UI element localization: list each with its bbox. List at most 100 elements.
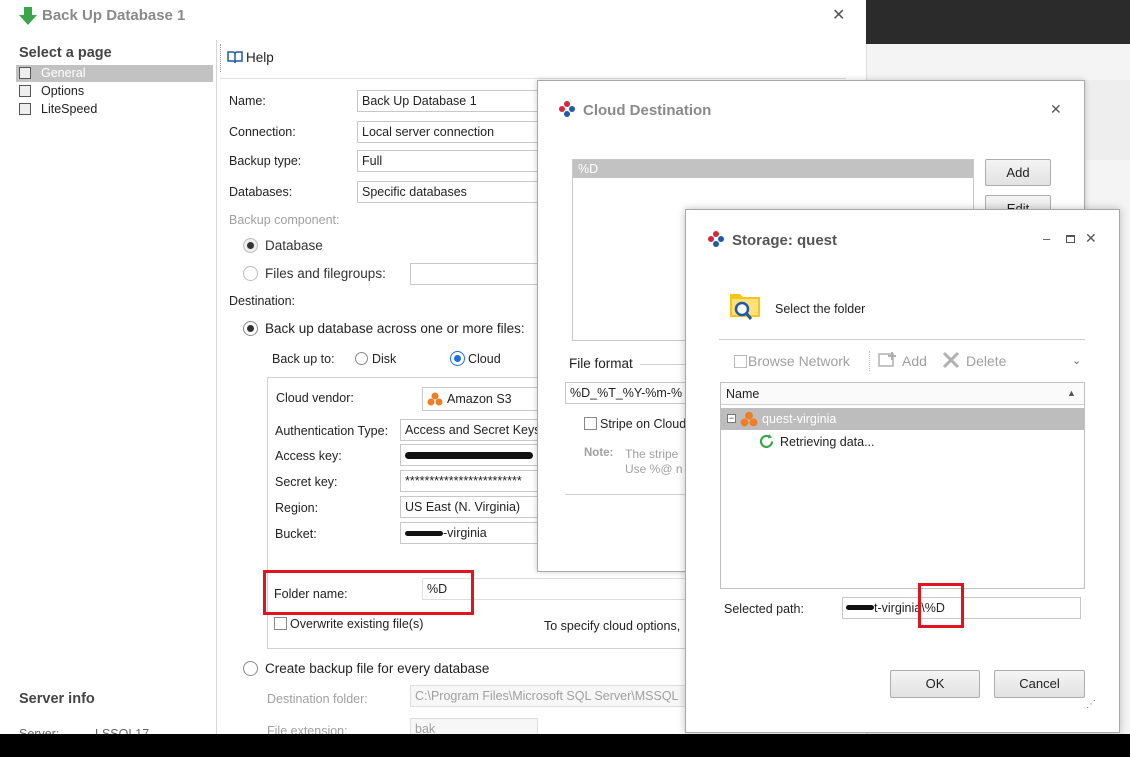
secret-key-label: Secret key: [275,475,338,489]
close-icon[interactable]: ✕ [1085,230,1097,247]
auth-type-select[interactable]: Access and Secret Keys [400,419,542,441]
auth-type-label: Authentication Type: [275,424,389,438]
ok-button[interactable]: OK [890,670,980,698]
collapse-icon[interactable]: − [727,414,736,423]
window-title: Back Up Database 1 [42,7,186,24]
folder-search-icon [729,290,763,322]
backup-component-label: Backup component: [229,213,340,227]
connection-select[interactable]: Local server connection [357,121,547,143]
storage-dialog: Storage: quest – ✕ Select the folder Bro… [685,209,1120,733]
refresh-icon [758,433,775,450]
cloud-dialog-title: Cloud Destination [583,102,712,119]
quest-logo-icon [559,101,575,117]
selected-path-label: Selected path: [724,602,804,616]
select-page-heading: Select a page [19,45,112,61]
list-item-label: %D [578,162,599,176]
file-format-input[interactable]: %D_%T_%Y-%m-% [565,382,690,404]
backup-type-label: Backup type: [229,154,302,168]
minimize-icon[interactable]: – [1043,231,1050,246]
sidebar-item-options[interactable]: Options [16,83,213,100]
backup-to-disk-radio[interactable] [355,352,368,365]
close-icon[interactable]: ✕ [1050,101,1062,118]
dest-every-db-radio[interactable] [243,661,258,676]
browse-network-label: Browse Network [748,353,850,369]
quest-logo-icon [708,231,724,247]
tree-item-selected[interactable]: − quest-virginia [721,408,1084,430]
backup-type-select[interactable]: Full [357,150,547,172]
background-inner-panel [1080,80,1130,160]
cancel-button[interactable]: Cancel [994,670,1085,698]
toolbar-separator [869,351,870,371]
name-column-header: Name [726,387,760,401]
component-database-label: Database [265,238,323,253]
note-line-1: The stripe [625,447,679,461]
close-icon[interactable]: ✕ [832,5,845,25]
dest-files-label: Back up database across one or more file… [265,321,525,336]
folder-tree[interactable]: Name ▲ − quest-virginia Retrieving data.… [720,382,1085,589]
backup-to-cloud-label: Cloud [468,352,501,366]
component-files-radio[interactable] [243,266,258,281]
maximize-icon[interactable] [1066,235,1075,243]
toolbar-separator [220,44,221,72]
backup-to-cloud-radio[interactable] [450,351,465,366]
region-select[interactable]: US East (N. Virginia) [400,496,542,518]
component-files-label: Files and filegroups: [265,266,386,281]
region-label: Region: [275,501,319,515]
add-label[interactable]: Add [902,353,927,369]
cloud-vendor-select[interactable]: Amazon S3 [422,387,542,411]
databases-select[interactable]: Specific databases [357,181,547,203]
resize-grip-icon[interactable]: ⋰ [1086,699,1096,710]
stripe-checkbox[interactable] [584,417,597,430]
background-dark-strip [866,0,1130,44]
overwrite-label: Overwrite existing file(s) [290,617,424,631]
destination-folder-label: Destination folder: [267,692,368,706]
add-button[interactable]: Add [985,159,1051,186]
dest-files-radio[interactable] [243,321,258,336]
component-database-radio[interactable] [243,238,258,253]
filegroups-input[interactable] [410,263,540,285]
dest-every-db-label: Create backup file for every database [265,661,490,676]
toolbar-divider [220,78,846,79]
note-line-2: Use %@ n [625,462,683,476]
amazon-s3-icon [740,410,758,428]
amazon-s3-icon [427,391,443,407]
bucket-label: Bucket: [275,527,317,541]
select-folder-label: Select the folder [775,302,866,316]
add-folder-icon [878,351,898,369]
storage-dialog-title: Storage: quest [732,232,838,249]
connection-label: Connection: [229,125,296,139]
secret-key-input[interactable]: ************************ [400,470,542,492]
sidebar-item-label: LiteSpeed [41,102,98,116]
tree-item-label: quest-virginia [762,412,837,426]
redaction-scribble [405,452,533,459]
browse-network-checkbox[interactable] [734,355,747,368]
sidebar-item-litespeed[interactable]: LiteSpeed [16,101,213,118]
access-key-input[interactable] [400,444,542,466]
sidebar-divider [216,40,217,734]
tree-child-label: Retrieving data... [780,435,875,449]
name-input[interactable]: Back Up Database 1 [357,90,547,112]
sidebar-item-label: General [41,66,86,80]
server-info-heading: Server info [19,691,95,707]
databases-label: Databases: [229,185,293,199]
chevron-down-icon[interactable]: ⌄ [1072,354,1081,367]
delete-icon [942,351,960,369]
sort-up-icon: ▲ [1067,388,1076,398]
bucket-select[interactable]: -virginia [400,522,542,544]
overwrite-checkbox[interactable] [274,617,287,630]
backup-to-disk-label: Disk [372,352,397,366]
options-divider [565,494,690,495]
sidebar-item-label: Options [41,84,85,98]
help-button[interactable]: Help [246,50,274,65]
tree-header[interactable]: Name ▲ [721,383,1084,405]
access-key-label: Access key: [275,449,342,463]
destination-folder-input[interactable]: C:\Program Files\Microsoft SQL Server\MS… [410,685,686,707]
page-icon [19,85,31,97]
name-label: Name: [229,94,266,108]
file-format-label: File format [569,356,633,371]
bucket-value: -virginia [443,526,487,540]
page-icon [19,103,31,115]
list-item[interactable]: %D [573,160,973,178]
sidebar-item-general[interactable]: General [16,65,213,82]
delete-label[interactable]: Delete [966,353,1006,369]
